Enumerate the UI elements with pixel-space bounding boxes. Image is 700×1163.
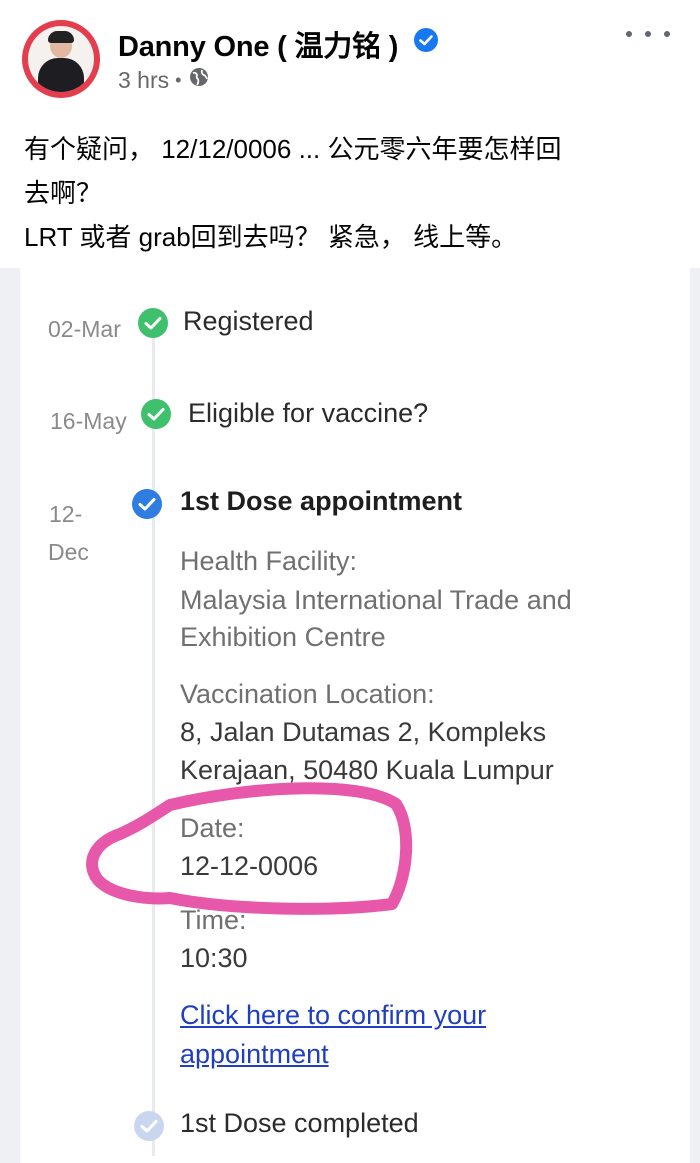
post-image[interactable]: 02-Mar Registered 16-May Eligible for va… [0,268,700,1163]
avatar-hair [48,31,74,43]
more-dot [645,31,651,37]
post-text-line: LRT 或者 grab回到去吗？ 紧急， 线上等。 [24,222,518,252]
highlight-circle-annotation [86,782,413,915]
post-text-line: 去啊？ [24,178,103,208]
avatar-photo [28,26,94,92]
post-meta: 3 hrs • [118,66,210,94]
more-dot [664,31,670,37]
post-text-line: 有个疑问， 12/12/0006 ... 公元零六年要怎样回 [24,134,562,164]
post-timestamp[interactable]: 3 hrs [118,67,169,94]
avatar-body [38,58,84,92]
avatar[interactable] [22,20,100,98]
author-name[interactable]: Danny One ( 温力铭 ) [118,23,398,65]
verified-badge-icon [414,28,438,52]
globe-icon[interactable] [188,66,210,94]
more-options-icon[interactable] [626,20,670,48]
more-dot [626,31,632,37]
meta-separator: • [175,69,182,90]
post-text: 有个疑问， 12/12/0006 ... 公元零六年要怎样回 去啊？ LRT 或… [24,127,684,259]
